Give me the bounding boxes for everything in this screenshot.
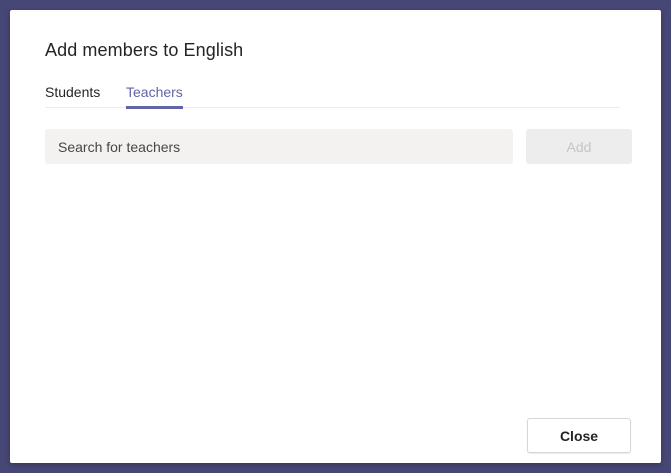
member-type-tabs: Students Teachers [45, 82, 620, 109]
dialog-title: Add members to English [45, 40, 244, 60]
close-button[interactable]: Close [527, 418, 631, 453]
tab-students[interactable]: Students [45, 84, 100, 106]
search-teachers-input[interactable] [45, 129, 513, 164]
tab-teachers[interactable]: Teachers [126, 84, 183, 109]
add-button[interactable]: Add [526, 129, 632, 164]
add-members-dialog: Add members to English Students Teachers… [10, 10, 661, 463]
